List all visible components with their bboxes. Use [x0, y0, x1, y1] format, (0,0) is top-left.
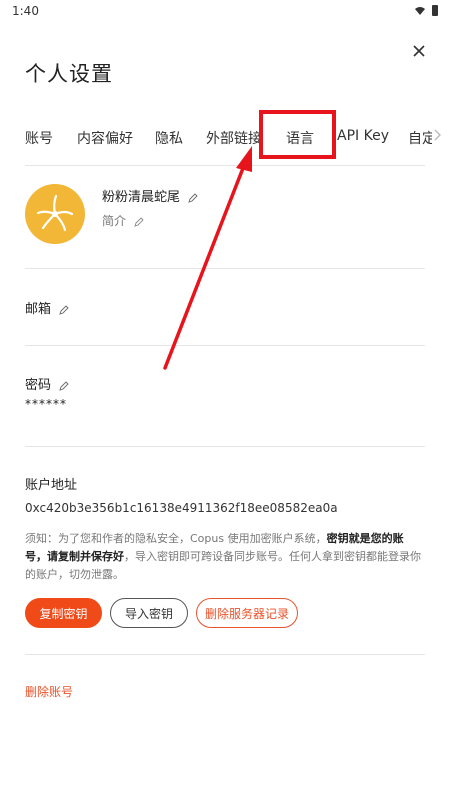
divider — [25, 268, 425, 269]
password-label: 密码 — [25, 378, 52, 393]
pencil-icon[interactable] — [59, 304, 69, 315]
wifi-icon — [415, 7, 425, 15]
divider — [25, 165, 425, 166]
pencil-icon[interactable] — [134, 216, 144, 227]
starfish-icon — [36, 194, 74, 232]
notice-text: 须知：为了您和作者的隐私安全，Copus 使用加密账户系统， — [25, 532, 327, 545]
delete-account-link[interactable]: 删除账号 — [25, 683, 73, 700]
tab-external-links[interactable]: 外部链接 — [206, 128, 266, 148]
email-field[interactable]: 邮箱 — [25, 298, 69, 317]
pencil-icon[interactable] — [59, 380, 69, 391]
key-notice: 须知：为了您和作者的隐私安全，Copus 使用加密账户系统，密钥就是您的账号，请… — [25, 530, 425, 584]
divider — [25, 654, 425, 655]
avatar[interactable] — [25, 184, 85, 244]
tab-api-key[interactable]: API Key — [337, 128, 389, 144]
bio[interactable]: 简介 — [102, 212, 144, 229]
battery-icon — [432, 5, 438, 16]
username[interactable]: 粉粉清晨蛇尾 — [102, 186, 198, 205]
account-address: 0xc420b3e356b1c16138e4911362f18ee08582ea… — [25, 501, 338, 515]
delete-server-records-button[interactable]: 删除服务器记录 — [196, 598, 298, 628]
pencil-icon[interactable] — [188, 192, 198, 203]
tab-account[interactable]: 账号 — [25, 128, 53, 148]
bio-label: 简介 — [102, 214, 127, 228]
status-bar: 1:40 — [0, 0, 450, 22]
close-icon[interactable] — [408, 40, 430, 62]
chevron-right-icon[interactable] — [432, 128, 442, 142]
import-key-button[interactable]: 导入密钥 — [110, 598, 188, 628]
divider — [25, 345, 425, 346]
tab-content-preference[interactable]: 内容偏好 — [77, 128, 133, 148]
email-label: 邮箱 — [25, 302, 52, 317]
copy-key-button[interactable]: 复制密钥 — [25, 598, 102, 628]
tab-custom[interactable]: 自定义 — [408, 128, 432, 148]
status-time: 1:40 — [12, 4, 39, 18]
divider — [25, 446, 425, 447]
username-text: 粉粉清晨蛇尾 — [102, 190, 181, 205]
password-value: ****** — [25, 397, 67, 411]
password-field[interactable]: 密码 — [25, 374, 69, 393]
tab-privacy[interactable]: 隐私 — [155, 128, 183, 148]
page-title: 个人设置 — [25, 62, 113, 86]
account-address-label: 账户地址 — [25, 478, 78, 493]
settings-tabs: 账号 内容偏好 隐私 外部链接 语言 API Key 自定义 — [0, 118, 450, 156]
annotation-highlight-box — [259, 110, 336, 159]
